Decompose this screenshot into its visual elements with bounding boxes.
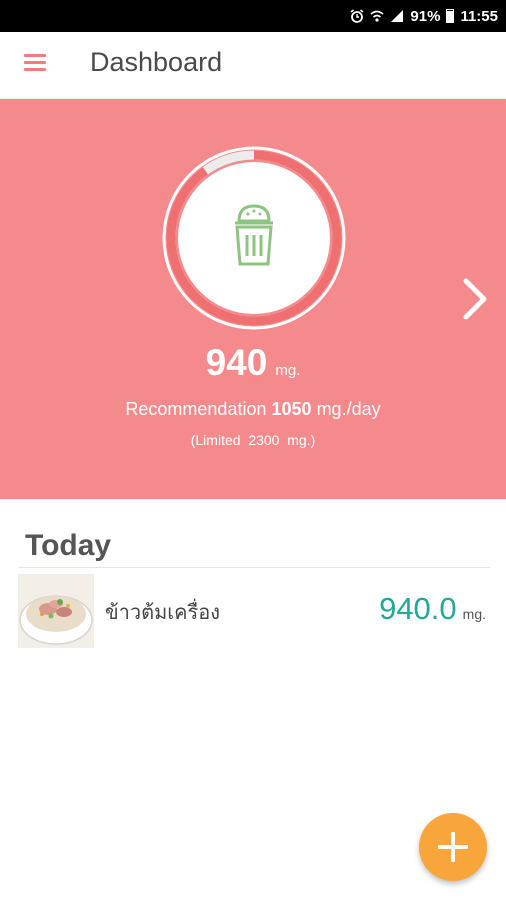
recommendation-line: Recommendation 1050 mg./day xyxy=(0,399,506,420)
add-food-button[interactable] xyxy=(419,813,487,881)
signal-icon xyxy=(391,10,404,22)
recommendation-unit: mg./day xyxy=(316,399,381,419)
food-sodium-value: 940.0 xyxy=(379,591,457,626)
alarm-icon xyxy=(350,9,364,23)
app-bar: Dashboard xyxy=(0,32,506,98)
wifi-icon xyxy=(370,10,384,22)
section-title-today: Today xyxy=(25,529,112,562)
recommendation-label: Recommendation xyxy=(125,399,267,419)
food-list-item[interactable]: ข้าวต้มเครื่อง 940.0 mg. xyxy=(18,574,490,650)
sodium-total-value: 940 xyxy=(205,342,268,383)
status-icons: 91% 11:55 xyxy=(350,0,498,32)
limit-unit: mg.) xyxy=(287,432,316,448)
food-sodium: 940.0 mg. xyxy=(379,591,486,627)
food-thumbnail xyxy=(18,574,94,648)
limit-value: 2300 xyxy=(248,432,280,448)
limit-line: (Limited 2300 mg.) xyxy=(0,432,506,448)
limit-label: (Limited xyxy=(190,432,241,448)
clock: 11:55 xyxy=(460,7,498,25)
chevron-right-icon[interactable] xyxy=(458,277,492,321)
food-sodium-unit: mg. xyxy=(462,606,486,622)
battery-icon xyxy=(446,9,455,23)
sodium-progress-ring xyxy=(159,143,349,333)
menu-icon[interactable] xyxy=(24,54,46,74)
sodium-total: 940 mg. xyxy=(0,342,506,384)
recommendation-value: 1050 xyxy=(271,399,312,419)
food-name: ข้าวต้มเครื่อง xyxy=(105,602,221,624)
divider xyxy=(18,567,490,568)
page-title: Dashboard xyxy=(90,47,223,77)
sodium-total-unit: mg. xyxy=(275,362,301,379)
battery-percent: 91% xyxy=(410,7,441,25)
status-bar: 91% 11:55 xyxy=(0,0,506,32)
sodium-summary-panel: 940 mg. Recommendation 1050 mg./day (Limi… xyxy=(0,99,506,499)
